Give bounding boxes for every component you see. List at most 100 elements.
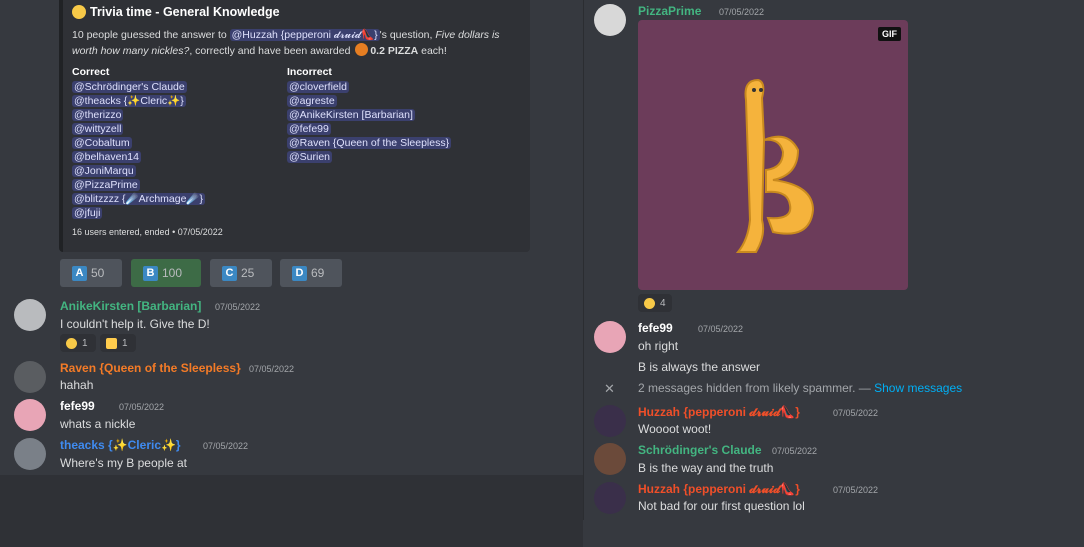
answer-count: 25	[241, 266, 255, 280]
incorrect-mention[interactable]: @agreste	[287, 95, 337, 107]
message-author[interactable]: AnikeKirsten [Barbarian]	[60, 299, 201, 313]
correct-mention[interactable]: @jfuji	[72, 207, 103, 219]
avatar[interactable]	[14, 299, 46, 331]
message-author[interactable]: Schrödinger's Claude	[638, 443, 762, 457]
answer-b-button[interactable]: B 100	[131, 259, 201, 287]
desc-award: 0.2 PIZZA	[370, 45, 419, 57]
desc-post: , correctly and have been awarded	[189, 45, 354, 57]
correct-mention[interactable]: @therizzo	[72, 109, 124, 121]
message-text: Not bad for our first question lol	[638, 499, 805, 513]
incorrect-label: Incorrect	[287, 66, 332, 78]
message-timestamp: 07/05/2022	[833, 485, 879, 495]
message-author[interactable]: fefe99	[638, 321, 673, 335]
message-author[interactable]: Raven {Queen of the Sleepless}	[60, 361, 241, 375]
message-text: oh right	[638, 339, 679, 353]
rofl-emoji-icon	[644, 297, 655, 309]
answer-c-button[interactable]: C 25	[210, 259, 272, 287]
answer-count: 100	[162, 266, 183, 280]
hidden-text: 2 messages hidden from likely spammer. —	[638, 381, 875, 395]
answer-d-button[interactable]: D 69	[280, 259, 342, 287]
message-timestamp: 07/05/2022	[203, 441, 249, 451]
trivia-embed: Trivia time - General Knowledge 10 peopl…	[59, 0, 530, 252]
reaction-rofl[interactable]: 1	[60, 334, 96, 352]
message-timestamp: 07/05/2022	[698, 324, 744, 334]
correct-label: Correct	[72, 66, 110, 78]
incorrect-mention[interactable]: @AnikeKirsten [Barbarian]	[287, 109, 415, 121]
correct-mention[interactable]: @wittyzell	[72, 123, 124, 135]
embed-title-text: Trivia time - General Knowledge	[90, 5, 280, 19]
incorrect-mention[interactable]: @Surien	[287, 151, 333, 163]
message-text: I couldn't help it. Give the D!	[60, 317, 210, 331]
desc-end: each!	[418, 45, 447, 57]
answer-count: 50	[91, 266, 105, 280]
embed-description: 10 people guessed the answer to @Huzzah …	[72, 27, 517, 59]
message-timestamp: 07/05/2022	[249, 364, 295, 374]
incorrect-mention[interactable]: @Raven {Queen of the Sleepless}	[287, 137, 452, 149]
correct-mention[interactable]: @PizzaPrime	[72, 179, 140, 191]
avatar[interactable]	[14, 438, 46, 470]
message-author[interactable]: PizzaPrime	[638, 4, 701, 18]
thinking-face-icon	[72, 5, 86, 19]
letter-d-icon: D	[292, 265, 307, 281]
huzzah-mention[interactable]: @Huzzah {pepperoni 𝓭𝓻𝓾𝓲𝓭👠}	[229, 29, 380, 41]
incorrect-mention[interactable]: @fefe99	[287, 123, 331, 135]
reaction-count: 1	[82, 337, 88, 349]
reaction-rofl[interactable]: 4	[638, 294, 672, 312]
desc-pre: 10 people guessed the answer to	[72, 29, 230, 41]
bottom-area	[0, 475, 583, 547]
correct-field: Correct @Schrödinger's Claude @theacks {…	[72, 66, 206, 220]
avatar[interactable]	[594, 482, 626, 514]
letter-c-icon: C	[222, 265, 237, 281]
message-timestamp: 07/05/2022	[119, 402, 165, 412]
avatar[interactable]	[594, 405, 626, 437]
embed-footer: 16 users entered, ended • 07/05/2022	[72, 227, 223, 237]
answer-a-button[interactable]: A 50	[60, 259, 122, 287]
close-icon[interactable]: ✕	[604, 381, 615, 397]
reaction-thumbsup[interactable]: 1	[100, 334, 136, 352]
correct-mention[interactable]: @Cobaltum	[72, 137, 132, 149]
avatar[interactable]	[14, 361, 46, 393]
hidden-messages-notice: 2 messages hidden from likely spammer. —…	[638, 381, 962, 395]
incorrect-field: Incorrect @cloverfield @agreste @AnikeKi…	[287, 66, 452, 164]
show-messages-link[interactable]: Show messages	[874, 381, 962, 395]
thumbsup-emoji-icon	[106, 337, 117, 349]
correct-mention[interactable]: @belhaven14	[72, 151, 141, 163]
letter-a-icon: A	[72, 265, 87, 281]
message-timestamp: 07/05/2022	[833, 408, 879, 418]
reaction-count: 4	[660, 297, 666, 309]
avatar[interactable]	[594, 321, 626, 353]
pizza-coin-icon	[355, 43, 369, 56]
correct-mention[interactable]: @JoniMarqu	[72, 165, 136, 177]
left-chat-column: Trivia time - General Knowledge 10 peopl…	[0, 0, 583, 475]
avatar[interactable]	[594, 4, 626, 36]
message-author[interactable]: Huzzah {pepperoni 𝓭𝓻𝓾𝓲𝓭👠}	[638, 482, 800, 497]
reaction-count: 1	[122, 337, 128, 349]
avatar[interactable]	[594, 443, 626, 475]
gif-attachment[interactable]: GIF	[638, 20, 908, 290]
correct-mention[interactable]: @Schrödinger's Claude	[72, 81, 187, 93]
right-chat-column: PizzaPrime 07/05/2022 GIF 4 fefe99 07/05…	[584, 0, 1084, 547]
message-timestamp: 07/05/2022	[719, 7, 765, 17]
message-text: Where's my B people at	[60, 456, 188, 470]
message-author[interactable]: theacks {✨Cleric✨}	[60, 438, 181, 452]
rofl-emoji-icon	[66, 337, 77, 349]
correct-mention[interactable]: @theacks {✨Cleric✨}	[72, 95, 186, 107]
message-author[interactable]: Huzzah {pepperoni 𝓭𝓻𝓾𝓲𝓭👠}	[638, 405, 800, 420]
correct-mention[interactable]: @blitzzzz {☄️Archmage☄️}	[72, 193, 206, 205]
message-author[interactable]: fefe99	[60, 399, 95, 413]
chat-page: Trivia time - General Knowledge 10 peopl…	[0, 0, 1084, 547]
message-text: B is always the answer	[638, 360, 761, 374]
message-text: hahah	[60, 378, 94, 392]
message-text: Woooot woot!	[638, 422, 712, 436]
letter-b-icon: B	[143, 265, 158, 281]
desc-mid: 's question,	[379, 29, 436, 41]
message-timestamp: 07/05/2022	[772, 446, 818, 456]
message-text: B is the way and the truth	[638, 461, 774, 475]
embed-title: Trivia time - General Knowledge	[72, 5, 280, 19]
letter-b-figure-image	[735, 78, 815, 253]
incorrect-mention[interactable]: @cloverfield	[287, 81, 349, 93]
message-timestamp: 07/05/2022	[215, 302, 261, 312]
message-text: whats a nickle	[60, 417, 136, 431]
gif-badge: GIF	[878, 27, 901, 41]
avatar[interactable]	[14, 399, 46, 431]
